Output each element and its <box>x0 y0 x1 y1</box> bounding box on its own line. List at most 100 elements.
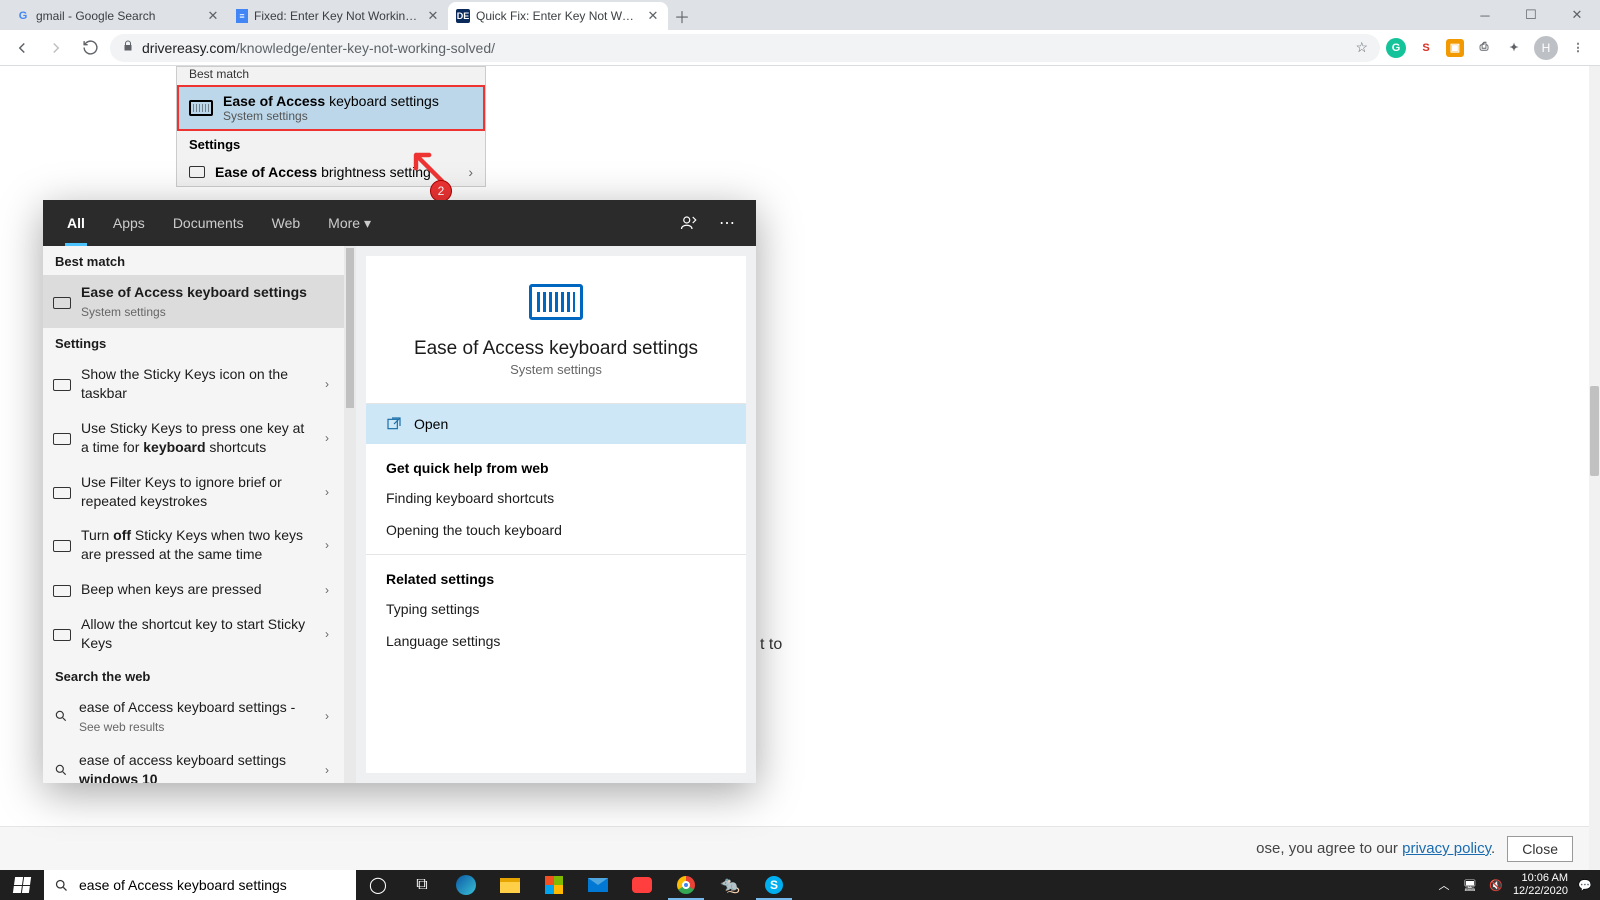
forward-button[interactable] <box>42 34 70 62</box>
search-results-list: Best match Ease of Access keyboard setti… <box>43 246 356 783</box>
keyboard-icon <box>53 297 71 309</box>
tray-clock[interactable]: 10:06 AM 12/22/2020 <box>1513 872 1568 898</box>
taskbar-chrome-icon[interactable] <box>664 870 708 900</box>
start-button[interactable] <box>0 870 44 900</box>
preview-related-link-1[interactable]: Typing settings <box>366 593 746 625</box>
result-settings-6[interactable]: Allow the shortcut key to start Sticky K… <box>43 607 344 661</box>
docs-favicon-icon: ≡ <box>236 9 248 23</box>
preview-help-link-2[interactable]: Opening the touch keyboard <box>366 514 746 546</box>
group-search-web: Search the web <box>43 661 344 690</box>
windows-logo-icon <box>13 877 31 893</box>
taskbar-mail-icon[interactable] <box>576 870 620 900</box>
browser-tabstrip: G gmail - Google Search ✕ ≡ Fixed: Enter… <box>0 0 1600 30</box>
result-settings-3[interactable]: Use Filter Keys to ignore brief or repea… <box>43 465 344 519</box>
privacy-policy-link[interactable]: privacy policy <box>1402 840 1491 857</box>
close-icon[interactable]: ✕ <box>426 9 440 23</box>
back-button[interactable] <box>8 34 36 62</box>
windows-search-panel: All Apps Documents Web More ▾ ⋯ Best mat… <box>43 200 756 783</box>
close-icon[interactable]: ✕ <box>646 9 660 23</box>
result-web-2[interactable]: ease of access keyboard settings windows… <box>43 743 344 783</box>
keyboard-icon <box>53 487 71 499</box>
search-category-tabs: All Apps Documents Web More ▾ ⋯ <box>43 200 756 246</box>
window-minimize-button[interactable]: ─ <box>1462 0 1508 30</box>
extension-grammarly-icon[interactable]: G <box>1386 38 1406 58</box>
keyboard-large-icon <box>529 284 583 320</box>
search-tab-all[interactable]: All <box>55 200 97 246</box>
extension-gray-icon[interactable]: ⎙ <box>1474 38 1494 58</box>
tray-notifications-icon[interactable]: 💬 <box>1576 879 1594 892</box>
profile-avatar[interactable]: H <box>1534 36 1558 60</box>
search-icon <box>54 878 69 893</box>
windows-taskbar: ease of Access keyboard settings ◯ ⧉ 🐀 S… <box>0 870 1600 900</box>
keyboard-icon <box>53 629 71 641</box>
search-tab-apps[interactable]: Apps <box>101 200 157 246</box>
new-tab-button[interactable]: ＋ <box>668 2 696 30</box>
result-settings-4[interactable]: Turn off Sticky Keys when two keys are p… <box>43 518 344 572</box>
system-tray: ︿ 🖥 🔇 10:06 AM 12/22/2020 💬 <box>1435 870 1600 900</box>
result-web-1[interactable]: ease of Access keyboard settings - See w… <box>43 690 344 743</box>
taskbar-explorer-icon[interactable] <box>488 870 532 900</box>
result-settings-5[interactable]: Beep when keys are pressed › <box>43 572 344 607</box>
extension-red-icon[interactable]: S <box>1416 38 1436 58</box>
search-tab-web[interactable]: Web <box>260 200 313 246</box>
tray-volume-icon[interactable]: 🔇 <box>1487 879 1505 892</box>
search-tab-documents[interactable]: Documents <box>161 200 256 246</box>
preview-open-button[interactable]: Open <box>366 404 746 444</box>
taskbar-search-input[interactable]: ease of Access keyboard settings <box>44 870 356 900</box>
close-icon[interactable]: ✕ <box>206 9 220 23</box>
scrollbar-thumb[interactable] <box>346 248 354 408</box>
window-maximize-button[interactable]: ☐ <box>1508 0 1554 30</box>
chevron-right-icon: › <box>320 377 334 391</box>
open-icon <box>386 416 402 432</box>
search-feedback-icon[interactable] <box>672 206 706 240</box>
search-tab-more[interactable]: More ▾ <box>316 200 383 246</box>
toolbar-extensions: G S ▣ ⎙ ✦ H ⋮ <box>1386 36 1592 60</box>
preview-title: Ease of Access keyboard settings <box>414 338 698 360</box>
chevron-right-icon: › <box>320 763 334 777</box>
scrollbar-thumb[interactable] <box>1590 386 1599 476</box>
extensions-puzzle-icon[interactable]: ✦ <box>1504 38 1524 58</box>
taskbar-chat-icon[interactable] <box>620 870 664 900</box>
taskbar-edge-icon[interactable] <box>444 870 488 900</box>
preview-subtitle: System settings <box>510 362 602 377</box>
google-favicon-icon: G <box>16 9 30 23</box>
search-preview-pane: Ease of Access keyboard settings System … <box>356 246 756 783</box>
taskbar-cortana-icon[interactable]: ◯ <box>356 870 400 900</box>
browser-toolbar: drivereasy.com/knowledge/enter-key-not-w… <box>0 30 1600 66</box>
browser-tab-0[interactable]: G gmail - Google Search ✕ <box>8 2 228 30</box>
taskbar-skype-icon[interactable]: S <box>752 870 796 900</box>
chevron-right-icon: › <box>320 709 334 723</box>
annotation-step-badge: 2 <box>430 180 452 202</box>
keyboard-icon <box>53 433 71 445</box>
preview-related-header: Related settings <box>366 555 746 593</box>
privacy-close-button[interactable]: Close <box>1507 836 1573 862</box>
url-text: drivereasy.com/knowledge/enter-key-not-w… <box>142 40 495 56</box>
extension-orange-icon[interactable]: ▣ <box>1446 39 1464 57</box>
search-more-icon[interactable]: ⋯ <box>710 206 744 240</box>
taskbar-app-icon[interactable]: 🐀 <box>708 870 752 900</box>
reload-button[interactable] <box>76 34 104 62</box>
browser-tab-1[interactable]: ≡ Fixed: Enter Key Not Working On… ✕ <box>228 2 448 30</box>
search-query-text: ease of Access keyboard settings <box>79 877 287 893</box>
taskbar-store-icon[interactable] <box>532 870 576 900</box>
tab-title: Quick Fix: Enter Key Not Working… <box>476 9 640 23</box>
window-close-button[interactable]: ✕ <box>1554 0 1600 30</box>
tray-chevron-icon[interactable]: ︿ <box>1435 877 1453 893</box>
results-scrollbar[interactable] <box>344 246 356 783</box>
preview-help-link-1[interactable]: Finding keyboard shortcuts <box>366 482 746 514</box>
address-bar[interactable]: drivereasy.com/knowledge/enter-key-not-w… <box>110 34 1380 62</box>
result-settings-2[interactable]: Use Sticky Keys to press one key at a ti… <box>43 411 344 465</box>
search-icon <box>53 708 69 724</box>
result-subtitle: System settings <box>81 304 334 320</box>
browser-tab-2[interactable]: DE Quick Fix: Enter Key Not Working… ✕ <box>448 2 668 30</box>
taskbar-taskview-icon[interactable]: ⧉ <box>400 870 444 900</box>
chevron-right-icon: › <box>320 538 334 552</box>
result-settings-1[interactable]: Show the Sticky Keys icon on the taskbar… <box>43 357 344 411</box>
chevron-right-icon: › <box>320 485 334 499</box>
preview-related-link-2[interactable]: Language settings <box>366 625 746 657</box>
tray-monitor-icon[interactable]: 🖥 <box>1461 879 1479 892</box>
page-scrollbar[interactable] <box>1589 66 1600 870</box>
star-icon[interactable]: ☆ <box>1355 39 1368 56</box>
result-best-match[interactable]: Ease of Access keyboard settings System … <box>43 275 344 328</box>
chrome-menu-icon[interactable]: ⋮ <box>1568 38 1588 58</box>
